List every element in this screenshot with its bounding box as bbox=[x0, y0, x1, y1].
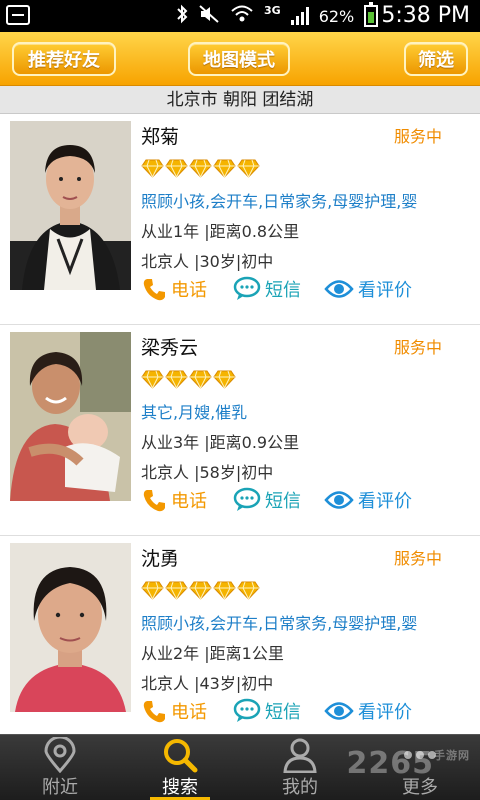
service-tags: 照顾小孩,会开车,日常家务,母婴护理,婴 bbox=[141, 614, 418, 633]
network-type: 3G bbox=[264, 3, 281, 17]
tab-search-label: 搜索 bbox=[162, 777, 198, 798]
notification-icon bbox=[6, 5, 30, 25]
call-button[interactable]: 电话 bbox=[141, 483, 207, 517]
diamond-icon bbox=[189, 369, 212, 390]
provider-name: 梁秀云 bbox=[141, 337, 199, 359]
status-badge: 服务中 bbox=[393, 338, 442, 357]
tab-nearby[interactable]: 附近 bbox=[0, 735, 120, 800]
action-row: 电话 短信 看评价 bbox=[141, 694, 480, 728]
profile-info: 北京人 |30岁|初中 bbox=[141, 252, 274, 271]
diamond-icon bbox=[165, 369, 188, 390]
battery-percent: 62% bbox=[318, 6, 355, 26]
rating-diamonds bbox=[141, 158, 260, 180]
view-reviews-button[interactable]: 看评价 bbox=[324, 483, 412, 517]
review-label: 看评价 bbox=[358, 280, 412, 301]
sms-button[interactable]: 短信 bbox=[233, 272, 301, 306]
action-row: 电话 短信 看评价 bbox=[141, 483, 480, 517]
call-button[interactable]: 电话 bbox=[141, 694, 207, 728]
eye-icon bbox=[324, 702, 354, 720]
diamond-icon bbox=[237, 580, 260, 601]
map-mode-button[interactable]: 地图模式 bbox=[188, 42, 290, 76]
profile-info: 北京人 |43岁|初中 bbox=[141, 674, 274, 693]
diamond-icon bbox=[237, 158, 260, 179]
chat-bubble-icon bbox=[233, 276, 261, 300]
rating-diamonds bbox=[141, 580, 260, 602]
avatar bbox=[10, 332, 131, 501]
person-icon bbox=[283, 738, 317, 773]
chat-bubble-icon bbox=[233, 487, 261, 511]
diamond-icon bbox=[165, 580, 188, 601]
tab-mine-label: 我的 bbox=[282, 777, 318, 798]
location-bar: 北京市 朝阳 团结湖 bbox=[0, 86, 480, 114]
service-tags: 照顾小孩,会开车,日常家务,母婴护理,婴 bbox=[141, 192, 418, 211]
tab-mine[interactable]: 我的 bbox=[240, 735, 360, 800]
sms-button[interactable]: 短信 bbox=[233, 694, 301, 728]
phone-icon bbox=[143, 490, 165, 512]
call-button[interactable]: 电话 bbox=[141, 272, 207, 306]
tab-nearby-label: 附近 bbox=[42, 777, 78, 798]
status-icons: 3G 62% bbox=[176, 2, 379, 29]
diamond-icon bbox=[213, 158, 236, 179]
diamond-icon bbox=[213, 580, 236, 601]
action-row: 电话 短信 看评价 bbox=[141, 272, 480, 306]
sms-label: 短信 bbox=[265, 702, 301, 723]
eye-icon bbox=[324, 491, 354, 509]
call-label: 电话 bbox=[171, 280, 207, 301]
clock: 5:38 PM bbox=[381, 3, 470, 28]
experience-distance: 从业1年 |距离0.8公里 bbox=[141, 222, 300, 241]
mute-icon bbox=[198, 4, 220, 29]
diamond-icon bbox=[141, 158, 164, 179]
provider-list[interactable]: 郑菊 服务中 照顾小孩,会开车,日常家务,母婴护理,婴 从业1年 |距离0.8公… bbox=[0, 114, 480, 734]
avatar bbox=[10, 543, 131, 712]
sms-label: 短信 bbox=[265, 491, 301, 512]
call-label: 电话 bbox=[171, 491, 207, 512]
status-badge: 服务中 bbox=[393, 549, 442, 568]
watermark-sub: 手游网 bbox=[434, 749, 470, 762]
magnifier-icon bbox=[164, 739, 198, 773]
diamond-icon bbox=[213, 369, 236, 390]
status-bar: 3G 62% 5:38 PM bbox=[0, 0, 480, 32]
wifi-icon bbox=[230, 4, 254, 29]
diamond-icon bbox=[141, 580, 164, 601]
review-label: 看评价 bbox=[358, 491, 412, 512]
list-item[interactable]: 沈勇 服务中 照顾小孩,会开车,日常家务,母婴护理,婴 从业2年 |距离1公里 … bbox=[0, 536, 480, 734]
profile-info: 北京人 |58岁|初中 bbox=[141, 463, 274, 482]
call-label: 电话 bbox=[171, 702, 207, 723]
list-item[interactable]: 郑菊 服务中 照顾小孩,会开车,日常家务,母婴护理,婴 从业1年 |距离0.8公… bbox=[0, 114, 480, 325]
filter-button[interactable]: 筛选 bbox=[404, 42, 468, 76]
list-item[interactable]: 梁秀云 服务中 其它,月嫂,催乳 从业3年 |距离0.9公里 北京人 |58岁|… bbox=[0, 325, 480, 536]
provider-name: 郑菊 bbox=[141, 126, 180, 148]
view-reviews-button[interactable]: 看评价 bbox=[324, 694, 412, 728]
bluetooth-icon bbox=[176, 4, 188, 29]
location-pin-icon bbox=[44, 737, 76, 773]
tab-search[interactable]: 搜索 bbox=[120, 735, 240, 800]
experience-distance: 从业2年 |距离1公里 bbox=[141, 644, 284, 663]
sms-button[interactable]: 短信 bbox=[233, 483, 301, 517]
sms-label: 短信 bbox=[265, 280, 301, 301]
battery-icon bbox=[364, 2, 379, 27]
chat-bubble-icon bbox=[233, 698, 261, 722]
diamond-icon bbox=[165, 158, 188, 179]
top-toolbar: 推荐好友 地图模式 筛选 bbox=[0, 32, 480, 86]
recommend-friends-button[interactable]: 推荐好友 bbox=[12, 42, 116, 76]
eye-icon bbox=[324, 280, 354, 298]
app-screen: 3G 62% 5:38 PM 推荐好友 地图模式 筛选 北京市 朝阳 团结湖 郑… bbox=[0, 0, 480, 800]
diamond-icon bbox=[189, 580, 212, 601]
phone-icon bbox=[143, 279, 165, 301]
diamond-icon bbox=[141, 369, 164, 390]
view-reviews-button[interactable]: 看评价 bbox=[324, 272, 412, 306]
provider-name: 沈勇 bbox=[141, 548, 180, 570]
phone-icon bbox=[143, 701, 165, 723]
rating-diamonds bbox=[141, 369, 236, 391]
watermark-logo: 2265手游网 bbox=[347, 746, 471, 781]
diamond-icon bbox=[189, 158, 212, 179]
review-label: 看评价 bbox=[358, 702, 412, 723]
status-badge: 服务中 bbox=[393, 127, 442, 146]
avatar bbox=[10, 121, 131, 290]
service-tags: 其它,月嫂,催乳 bbox=[141, 403, 248, 422]
signal-icon bbox=[290, 7, 309, 25]
watermark-brand: 2265 bbox=[346, 746, 434, 781]
experience-distance: 从业3年 |距离0.9公里 bbox=[141, 433, 300, 452]
